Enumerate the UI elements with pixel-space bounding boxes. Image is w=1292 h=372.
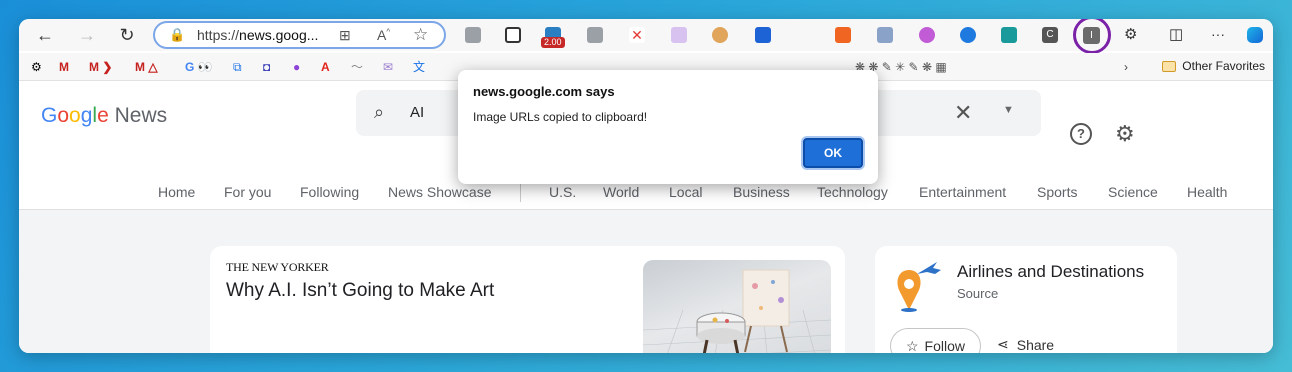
logo-suffix: News bbox=[108, 104, 168, 127]
extension-icon[interactable] bbox=[465, 27, 481, 43]
extension-icon[interactable]: ✕ bbox=[629, 27, 645, 43]
settings-gear-icon[interactable]: ⚙ bbox=[1115, 121, 1135, 147]
star-icon: ☆ bbox=[905, 337, 919, 354]
alert-dialog: news.google.com says Image URLs copied t… bbox=[458, 70, 878, 184]
tab-divider bbox=[520, 182, 521, 202]
tab-business[interactable]: Business bbox=[733, 184, 790, 200]
copilot-icon[interactable] bbox=[1247, 27, 1263, 43]
logo-letter: G bbox=[41, 104, 58, 127]
source-subtitle: Source bbox=[957, 286, 999, 301]
back-button[interactable]: ← bbox=[35, 25, 55, 45]
gmail-icon[interactable]: M ❯ bbox=[89, 60, 112, 74]
wave-icon[interactable]: 〜 bbox=[351, 60, 363, 74]
clear-search-icon[interactable]: ✕ bbox=[954, 100, 972, 126]
logo-letter: e bbox=[97, 104, 109, 127]
tab-health[interactable]: Health bbox=[1187, 184, 1227, 200]
extension-icon[interactable] bbox=[712, 27, 728, 43]
tab-us[interactable]: U.S. bbox=[549, 184, 576, 200]
main-content: THE NEW YORKER Why A.I. Isn’t Going to M… bbox=[19, 210, 1273, 353]
tab-news-showcase[interactable]: News Showcase bbox=[388, 184, 492, 200]
extension-icon[interactable] bbox=[835, 27, 851, 43]
extensions-puzzle-icon[interactable]: ⚙ bbox=[1124, 27, 1140, 43]
app-icon[interactable]: ● bbox=[293, 60, 300, 74]
help-icon[interactable]: ? bbox=[1070, 123, 1092, 145]
extension-icon[interactable] bbox=[960, 27, 976, 43]
source-title[interactable]: Airlines and Destinations bbox=[957, 262, 1144, 282]
mail-icon[interactable]: ✉ bbox=[383, 60, 393, 74]
app-icon[interactable]: ◘ bbox=[263, 60, 270, 74]
tab-technology[interactable]: Technology bbox=[817, 184, 888, 200]
picture-in-picture-icon[interactable] bbox=[505, 27, 521, 43]
address-url: https://news.goog... bbox=[197, 27, 319, 43]
gmail-icon[interactable]: M bbox=[59, 60, 69, 74]
forward-button[interactable]: → bbox=[77, 25, 97, 45]
other-favorites-label: Other Favorites bbox=[1182, 59, 1265, 73]
tab-science[interactable]: Science bbox=[1108, 184, 1158, 200]
share-icon: ⋖ bbox=[997, 336, 1009, 352]
chevron-right-icon[interactable]: › bbox=[1124, 60, 1128, 74]
google-icon[interactable]: G 👀 bbox=[185, 60, 213, 74]
logo-letter: o bbox=[69, 104, 81, 127]
extension-icon[interactable]: C bbox=[1042, 27, 1058, 43]
tab-entertainment[interactable]: Entertainment bbox=[919, 184, 1006, 200]
dialog-title: news.google.com says bbox=[473, 84, 615, 99]
more-menu-icon[interactable]: ··· bbox=[1211, 27, 1227, 43]
tab-local[interactable]: Local bbox=[669, 184, 702, 200]
share-label: Share bbox=[1016, 336, 1055, 353]
article-thumbnail[interactable] bbox=[643, 260, 831, 353]
source-card[interactable]: Airlines and Destinations Source ☆ Follo… bbox=[875, 246, 1177, 353]
other-favorites[interactable]: Other Favorites bbox=[1162, 59, 1265, 73]
section-tabs: Home For you Following News Showcase U.S… bbox=[19, 180, 1273, 210]
article-card[interactable]: THE NEW YORKER Why A.I. Isn’t Going to M… bbox=[210, 246, 845, 353]
adobe-icon[interactable]: A bbox=[321, 60, 330, 74]
logo-letter: o bbox=[57, 104, 70, 127]
code-icon[interactable] bbox=[587, 27, 603, 43]
image-url-extension-icon[interactable]: I bbox=[1083, 27, 1100, 44]
follow-button[interactable]: ☆ Follow bbox=[890, 328, 981, 353]
gear-icon[interactable]: ⚙ bbox=[31, 60, 42, 74]
folder-icon bbox=[1162, 60, 1177, 72]
chevron-down-icon[interactable]: ▼ bbox=[1003, 104, 1014, 116]
extension-icon[interactable] bbox=[1001, 27, 1017, 43]
tab-for-you[interactable]: For you bbox=[224, 184, 271, 200]
translate-icon[interactable]: 文 bbox=[413, 60, 425, 74]
article-headline[interactable]: Why A.I. Isn’t Going to Make Art bbox=[226, 280, 494, 302]
dialog-message: Image URLs copied to clipboard! bbox=[473, 110, 648, 124]
extension-icon[interactable] bbox=[671, 27, 687, 43]
split-screen-icon[interactable]: ◫ bbox=[1169, 27, 1185, 43]
app-available-icon[interactable]: ⊞ bbox=[339, 27, 351, 44]
tab-world[interactable]: World bbox=[603, 184, 639, 200]
ok-button[interactable]: OK bbox=[803, 138, 863, 168]
favorite-star-icon[interactable]: ☆ bbox=[413, 25, 428, 45]
publisher-logo[interactable]: THE NEW YORKER bbox=[226, 260, 329, 275]
search-query: AI bbox=[410, 104, 425, 121]
tab-sports[interactable]: Sports bbox=[1037, 184, 1077, 200]
google-news-logo[interactable]: Google News bbox=[41, 104, 167, 128]
browser-toolbar: ← → ↻ 🔒 https://news.goog... ⊞ A^ ☆ 2.00… bbox=[19, 19, 1273, 54]
gmail-icon[interactable]: M △ bbox=[135, 60, 158, 74]
search-icon[interactable]: ⌕ bbox=[374, 102, 384, 123]
read-aloud-icon[interactable]: A^ bbox=[377, 27, 390, 43]
airline-logo-icon bbox=[897, 262, 941, 312]
share-button[interactable]: ⋖ Share bbox=[997, 336, 1054, 353]
extension-icon[interactable] bbox=[877, 27, 893, 43]
extension-icon[interactable] bbox=[919, 27, 935, 43]
address-bar[interactable]: 🔒 https://news.goog... ⊞ A^ ☆ bbox=[153, 21, 446, 49]
calendar-icon[interactable]: ⧉ bbox=[233, 60, 242, 74]
extension-icon[interactable] bbox=[755, 27, 771, 43]
refresh-button[interactable]: ↻ bbox=[117, 25, 137, 45]
tab-home[interactable]: Home bbox=[158, 184, 195, 200]
lock-icon: 🔒 bbox=[169, 27, 186, 42]
article-thumbnail-image bbox=[643, 269, 831, 353]
tab-following[interactable]: Following bbox=[300, 184, 359, 200]
extension-badge: 2.00 bbox=[541, 37, 565, 48]
logo-letter: g bbox=[80, 104, 93, 127]
browser-window: ← → ↻ 🔒 https://news.goog... ⊞ A^ ☆ 2.00… bbox=[19, 19, 1273, 353]
follow-label: Follow bbox=[924, 338, 966, 353]
